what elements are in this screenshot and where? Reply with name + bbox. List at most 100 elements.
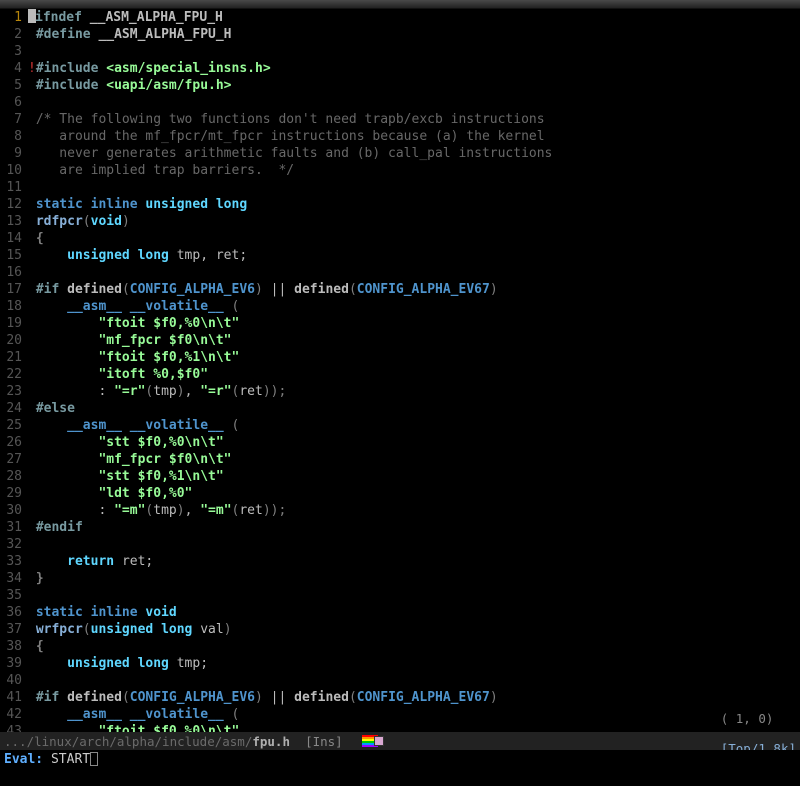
line-content: static inline void [28,604,800,621]
code-line[interactable]: 24 #else [0,400,800,417]
code-line[interactable]: 38 { [0,638,800,655]
line-number: 42 [0,706,28,723]
code-line[interactable]: 5 #include <uapi/asm/fpu.h> [0,77,800,94]
code-line[interactable]: 14 { [0,230,800,247]
code-line[interactable]: 8 around the mf_fpcr/mt_fpcr instruction… [0,128,800,145]
modeline-mode: [Ins] [305,734,343,749]
code-line[interactable]: 21 "ftoit $f0,%1\n\t" [0,349,800,366]
code-line[interactable]: 7 /* The following two functions don't n… [0,111,800,128]
line-content: "ftoit $f0,%0\n\t" [28,315,800,332]
line-content: { [28,638,800,655]
line-content: wrfpcr(unsigned long val) [28,621,800,638]
code-line[interactable]: 22 "itoft %0,$f0" [0,366,800,383]
code-line[interactable]: 17 #if defined(CONFIG_ALPHA_EV6) || defi… [0,281,800,298]
line-content [28,587,800,604]
line-number: 21 [0,349,28,366]
code-line[interactable]: 29 "ldt $f0,%0" [0,485,800,502]
code-line[interactable]: 19 "ftoit $f0,%0\n\t" [0,315,800,332]
line-content [28,179,800,196]
code-line[interactable]: 16 [0,264,800,281]
code-line[interactable]: 33 return ret; [0,553,800,570]
line-content: never generates arithmetic faults and (b… [28,145,800,162]
code-line[interactable]: 41 #if defined(CONFIG_ALPHA_EV6) || defi… [0,689,800,706]
code-line[interactable]: 26 "stt $f0,%0\n\t" [0,434,800,451]
code-line[interactable]: 31 #endif [0,519,800,536]
line-number: 20 [0,332,28,349]
code-line[interactable]: 18 __asm__ __volatile__ ( [0,298,800,315]
line-content: static inline unsigned long [28,196,800,213]
line-number: 7 [0,111,28,128]
code-line[interactable]: 10 are implied trap barriers. */ [0,162,800,179]
line-number: 24 [0,400,28,417]
line-content [28,94,800,111]
line-content: /* The following two functions don't nee… [28,111,800,128]
code-line[interactable]: 35 [0,587,800,604]
code-line[interactable]: 11 [0,179,800,196]
line-content: __asm__ __volatile__ ( [28,706,800,723]
code-line[interactable]: 32 [0,536,800,553]
code-line[interactable]: 39 unsigned long tmp; [0,655,800,672]
line-content: around the mf_fpcr/mt_fpcr instructions … [28,128,800,145]
minibuffer-prompt: Eval: [4,752,51,767]
line-number: 32 [0,536,28,553]
code-line[interactable]: 9 never generates arithmetic faults and … [0,145,800,162]
code-line[interactable]: 34 } [0,570,800,587]
code-line[interactable]: 42 __asm__ __volatile__ ( [0,706,800,723]
line-number: 13 [0,213,28,230]
modeline-position: ( 1, 0) [721,711,774,726]
nyan-icon [362,735,378,747]
code-line[interactable]: 3 [0,43,800,60]
line-number: 41 [0,689,28,706]
minibuffer-cursor [90,752,98,766]
code-editor[interactable]: 1ifndef __ASM_ALPHA_FPU_H2 #define __ASM… [0,9,800,732]
code-line[interactable]: 23 : "=r"(tmp), "=r"(ret)); [0,383,800,400]
line-content: #if defined(CONFIG_ALPHA_EV6) || defined… [28,281,800,298]
line-content: #else [28,400,800,417]
code-line[interactable]: 40 [0,672,800,689]
code-line[interactable]: 4!#include <asm/special_insns.h> [0,60,800,77]
code-line[interactable]: 36 static inline void [0,604,800,621]
code-line[interactable]: 43 "ftoit $f0,%0\n\t" [0,723,800,732]
line-number: 16 [0,264,28,281]
line-content: unsigned long tmp; [28,655,800,672]
code-line[interactable]: 25 __asm__ __volatile__ ( [0,417,800,434]
code-line[interactable]: 2 #define __ASM_ALPHA_FPU_H [0,26,800,43]
code-line[interactable]: 30 : "=m"(tmp), "=m"(ret)); [0,502,800,519]
code-line[interactable]: 6 [0,94,800,111]
line-number: 34 [0,570,28,587]
line-content: __asm__ __volatile__ ( [28,298,800,315]
line-number: 28 [0,468,28,485]
line-content: "ldt $f0,%0" [28,485,800,502]
line-content: "mf_fpcr $f0\n\t" [28,451,800,468]
line-number: 39 [0,655,28,672]
line-number: 37 [0,621,28,638]
line-number: 35 [0,587,28,604]
line-number: 4 [0,60,28,77]
line-number: 29 [0,485,28,502]
line-content: rdfpcr(void) [28,213,800,230]
code-line[interactable]: 13 rdfpcr(void) [0,213,800,230]
code-line[interactable]: 28 "stt $f0,%1\n\t" [0,468,800,485]
code-line[interactable]: 15 unsigned long tmp, ret; [0,247,800,264]
line-number: 19 [0,315,28,332]
code-line[interactable]: 37 wrfpcr(unsigned long val) [0,621,800,638]
code-line[interactable]: 12 static inline unsigned long [0,196,800,213]
code-line[interactable]: 27 "mf_fpcr $f0\n\t" [0,451,800,468]
line-content: "mf_fpcr $f0\n\t" [28,332,800,349]
line-content: ifndef __ASM_ALPHA_FPU_H [28,9,800,26]
line-content: } [28,570,800,587]
error-mark-icon: ! [28,61,36,76]
code-line[interactable]: 1ifndef __ASM_ALPHA_FPU_H [0,9,800,26]
line-content: !#include <asm/special_insns.h> [28,60,800,77]
line-number: 8 [0,128,28,145]
code-line[interactable]: 20 "mf_fpcr $f0\n\t" [0,332,800,349]
line-number: 10 [0,162,28,179]
line-number: 3 [0,43,28,60]
line-content: unsigned long tmp, ret; [28,247,800,264]
minibuffer[interactable]: Eval: START [0,750,800,768]
line-content: "ftoit $f0,%0\n\t" [28,723,800,732]
line-content: are implied trap barriers. */ [28,162,800,179]
line-content: { [28,230,800,247]
minibuffer-text: START [51,752,90,767]
line-number: 40 [0,672,28,689]
